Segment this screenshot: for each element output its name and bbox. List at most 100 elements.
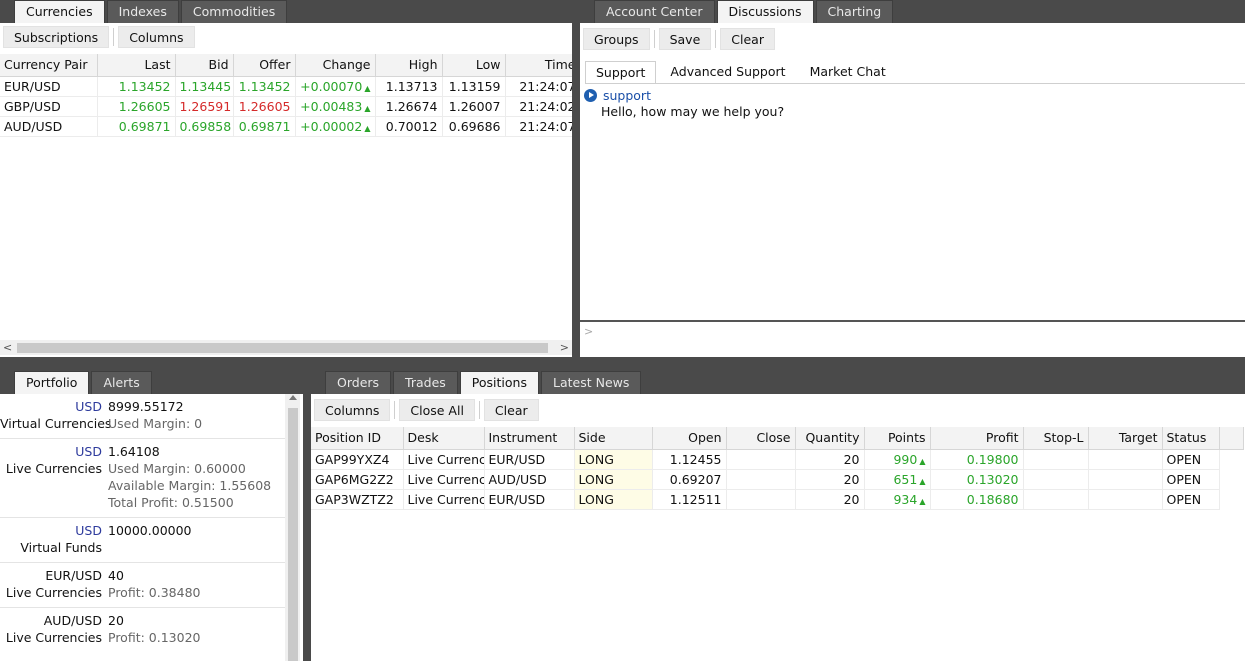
clear-button[interactable]: Clear (720, 28, 775, 50)
scroll-up-icon[interactable] (289, 395, 297, 400)
tab-advanced-support[interactable]: Advanced Support (660, 61, 795, 83)
tab-discussions[interactable]: Discussions (716, 0, 814, 23)
table-row[interactable]: GAP3WZTZ2 Live Currencies EUR/USD LONG 1… (311, 489, 1243, 510)
list-item[interactable]: EUR/USD 40 Live Currencies Profit: 0.38480 (0, 563, 285, 608)
positions-table-container: Position ID Desk Instrument Side Open Cl… (311, 427, 1245, 510)
portfolio-vscrollbar[interactable] (285, 394, 300, 661)
scrollbar-thumb[interactable] (17, 343, 548, 353)
scroll-right-icon[interactable]: > (560, 340, 569, 355)
stop-loss-cell[interactable] (1023, 469, 1089, 490)
chat-input[interactable]: > (580, 320, 1245, 357)
table-row[interactable]: EUR/USD 1.13452 1.13445 1.13452 +0.00070… (0, 76, 572, 97)
col-header-position-id[interactable]: Position ID (311, 427, 404, 450)
change-cell: +0.00002 ▲ (295, 116, 376, 137)
tab-support[interactable]: Support (585, 61, 657, 83)
desk-cell: Live Currencies (403, 489, 485, 510)
tab-orders[interactable]: Orders (325, 371, 392, 394)
profit-cell: 0.18680 (930, 489, 1024, 510)
close-cell[interactable] (726, 449, 796, 470)
scroll-left-icon[interactable]: < (3, 340, 12, 355)
stop-loss-cell[interactable] (1023, 489, 1089, 510)
columns-button[interactable]: Columns (314, 399, 391, 421)
message-sender[interactable]: support (603, 88, 651, 103)
col-header-side[interactable]: Side (574, 427, 653, 450)
currency-code: USD (75, 523, 102, 538)
account-label: Virtual Currencies (0, 416, 112, 431)
status-cell: OPEN (1162, 489, 1220, 510)
bid-cell[interactable]: 1.26591 (175, 96, 234, 117)
save-button[interactable]: Save (658, 28, 712, 50)
offer-cell[interactable]: 0.69871 (233, 116, 296, 137)
target-cell[interactable] (1088, 469, 1163, 490)
tab-charting[interactable]: Charting (815, 0, 894, 23)
list-item[interactable]: USD 10000.00000 Virtual Funds (0, 518, 285, 563)
tab-alerts[interactable]: Alerts (91, 371, 152, 394)
offer-cell[interactable]: 1.13452 (233, 76, 296, 97)
bid-cell[interactable]: 0.69858 (175, 116, 234, 137)
bid-cell[interactable]: 1.13445 (175, 76, 234, 97)
account-label: Live Currencies (5, 585, 102, 600)
table-row[interactable]: GBP/USD 1.26605 1.26591 1.26605 +0.00483… (0, 96, 572, 117)
subscriptions-button[interactable]: Subscriptions (3, 26, 110, 48)
col-header-open[interactable]: Open (652, 427, 727, 450)
col-header-points[interactable]: Points (864, 427, 931, 450)
col-header-high[interactable]: High (375, 54, 443, 77)
col-header-status[interactable]: Status (1162, 427, 1220, 450)
tab-market-chat[interactable]: Market Chat (800, 61, 896, 83)
time-cell: 21:24:07 (505, 76, 572, 97)
clear-button[interactable]: Clear (483, 399, 539, 421)
close-all-button[interactable]: Close All (399, 399, 475, 421)
tab-portfolio[interactable]: Portfolio (14, 371, 90, 394)
list-item[interactable]: USD 8999.55172 Virtual Currencies Used Mar… (0, 394, 285, 439)
target-cell[interactable] (1088, 489, 1163, 510)
col-header-close[interactable]: Close (726, 427, 796, 450)
high-cell: 0.70012 (375, 116, 443, 137)
list-item[interactable]: AUD/USD 20 Live Currencies Profit: 0.13020 (0, 608, 285, 652)
discussions-tabbar: Account Center Discussions Charting (580, 0, 1245, 23)
target-cell[interactable] (1088, 449, 1163, 470)
columns-button[interactable]: Columns (118, 26, 195, 48)
tab-indexes[interactable]: Indexes (106, 0, 179, 23)
currency-table-hscrollbar[interactable]: < > (0, 340, 572, 355)
col-header-offer[interactable]: Offer (233, 54, 296, 77)
quantity-value: 40 (108, 568, 124, 583)
col-header-time[interactable]: Time (505, 54, 572, 77)
col-header-instrument[interactable]: Instrument (484, 427, 575, 450)
col-header-desk[interactable]: Desk (403, 427, 485, 450)
currency-table-header: Currency Pair Last Bid Offer Change High… (0, 54, 572, 77)
portfolio-list: USD 8999.55172 Virtual Currencies Used Mar… (0, 394, 285, 652)
col-header-profit[interactable]: Profit (930, 427, 1024, 450)
close-cell[interactable] (726, 489, 796, 510)
positions-tabbar: Orders Trades Positions Latest News (311, 371, 1245, 394)
detail-text: Available Margin: 1.55608 (108, 478, 272, 493)
table-row[interactable]: GAP99YXZ4 Live Currencies EUR/USD LONG 1… (311, 449, 1243, 470)
scrollbar-thumb[interactable] (288, 408, 298, 661)
table-row[interactable]: AUD/USD 0.69871 0.69858 0.69871 +0.00002… (0, 116, 572, 137)
col-header-last[interactable]: Last (97, 54, 176, 77)
col-header-change[interactable]: Change (295, 54, 376, 77)
offer-cell[interactable]: 1.26605 (233, 96, 296, 117)
stop-loss-cell[interactable] (1023, 449, 1089, 470)
col-header-bid[interactable]: Bid (175, 54, 234, 77)
positions-panel: Orders Trades Positions Latest News Colu… (311, 371, 1245, 661)
high-cell: 1.26674 (375, 96, 443, 117)
tab-account-center[interactable]: Account Center (594, 0, 715, 23)
list-item[interactable]: USD 1.64108 Live Currencies Used Margin: 0… (0, 439, 285, 518)
table-row[interactable]: GAP6MG2Z2 Live Currencies AUD/USD LONG 0… (311, 469, 1243, 490)
positions-table-header: Position ID Desk Instrument Side Open Cl… (311, 427, 1244, 450)
col-header-pair[interactable]: Currency Pair (0, 54, 98, 77)
groups-button[interactable]: Groups (583, 28, 650, 50)
tab-positions[interactable]: Positions (459, 371, 539, 394)
col-header-target[interactable]: Target (1088, 427, 1163, 450)
tab-currencies[interactable]: Currencies (14, 0, 105, 23)
col-header-stop-loss[interactable]: Stop-L (1023, 427, 1089, 450)
open-cell: 0.69207 (652, 469, 727, 490)
quantity-cell: 20 (795, 489, 865, 510)
tab-latest-news[interactable]: Latest News (540, 371, 642, 394)
close-cell[interactable] (726, 469, 796, 490)
tab-trades[interactable]: Trades (393, 371, 458, 394)
time-cell: 21:24:07 (505, 116, 572, 137)
tab-commodities[interactable]: Commodities (180, 0, 288, 23)
col-header-quantity[interactable]: Quantity (795, 427, 865, 450)
col-header-low[interactable]: Low (442, 54, 506, 77)
